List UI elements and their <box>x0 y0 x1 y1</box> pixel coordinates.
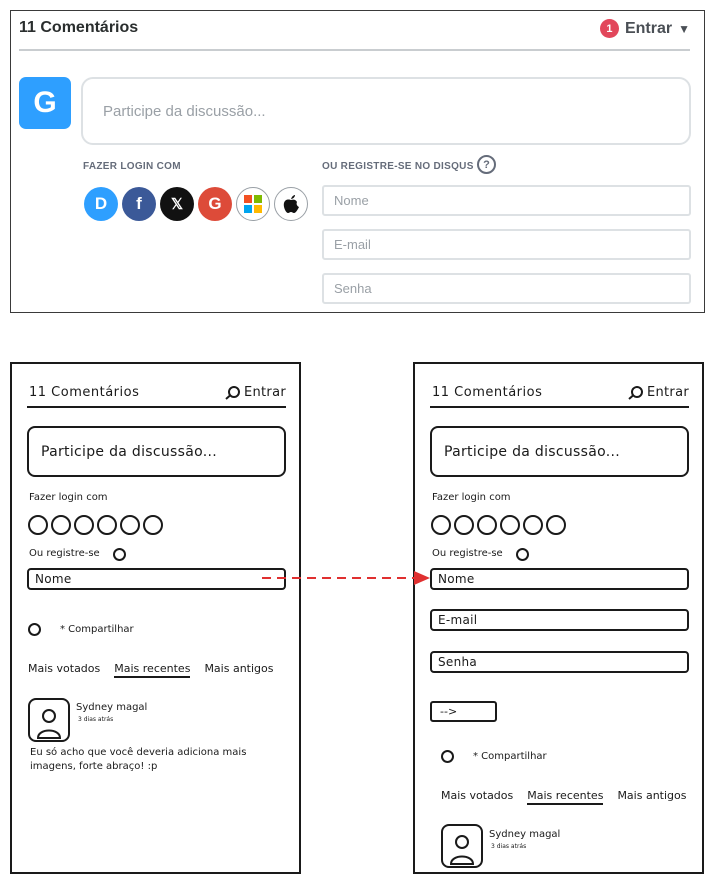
tab-most-recent: Mais recentes <box>527 789 604 805</box>
social-circle-icon <box>477 515 497 535</box>
login-label[interactable]: Entrar <box>625 20 672 38</box>
social-login-list: D f 𝕏 G <box>84 187 308 221</box>
login-menu[interactable]: 1 Entrar ▼ <box>599 19 690 38</box>
tab-most-recent: Mais recentes <box>114 662 191 678</box>
disqus-widget: 11 Comentários 1 Entrar ▼ G Participe da… <box>10 10 705 313</box>
social-circle-icon <box>97 515 117 535</box>
help-circle-icon <box>516 548 529 561</box>
social-circle-icon <box>28 515 48 535</box>
tab-oldest: Mais antigos <box>617 789 687 802</box>
tab-oldest: Mais antigos <box>204 662 274 675</box>
social-circle-icon <box>546 515 566 535</box>
register-label: OU REGISTRE-SE NO DISQUS <box>322 161 474 172</box>
wireframe-sort-tabs: Mais votados Mais recentes Mais antigos <box>28 662 273 678</box>
transition-arrow <box>262 571 430 585</box>
disqus-icon[interactable]: D <box>84 187 118 221</box>
wireframe-author: Sydney magal <box>489 829 561 840</box>
search-icon <box>628 385 643 400</box>
password-field[interactable]: Senha <box>322 273 691 304</box>
social-circle-icon <box>523 515 543 535</box>
wireframe-collapsed: 11 Comentários Entrar Participe da discu… <box>10 362 301 874</box>
wireframe-login: Entrar <box>628 385 689 400</box>
social-circle-icon <box>74 515 94 535</box>
facebook-icon[interactable]: f <box>122 187 156 221</box>
email-field[interactable]: E-mail <box>322 229 691 260</box>
avatar-icon <box>441 824 483 868</box>
wireframe-password-field: Senha <box>430 651 689 673</box>
wireframe-name-field: Nome <box>27 568 286 590</box>
caret-down-icon[interactable]: ▼ <box>678 22 690 36</box>
wireframe-author: Sydney magal <box>76 702 148 713</box>
comment-textarea[interactable]: Participe da discussão... <box>81 77 691 145</box>
social-circle-icon <box>143 515 163 535</box>
social-circle-icon <box>500 515 520 535</box>
avatar-icon <box>28 698 70 742</box>
notification-badge[interactable]: 1 <box>599 19 619 38</box>
wireframe-login-label: Entrar <box>646 385 689 400</box>
tab-most-voted: Mais votados <box>441 789 514 802</box>
wireframe-textarea: Participe da discussão... <box>430 426 689 477</box>
wireframe-time: 3 dias atrás <box>491 843 527 850</box>
wireframe-comment-count: 11 Comentários <box>432 385 543 400</box>
comment-count: 11 Comentários <box>19 19 139 36</box>
login-with-label: FAZER LOGIN COM <box>83 161 181 172</box>
wireframe-share: * Compartilhar <box>60 624 134 635</box>
wireframe-email-field: E-mail <box>430 609 689 631</box>
apple-icon[interactable] <box>274 187 308 221</box>
search-icon <box>225 385 240 400</box>
wireframe-submit-button: --> <box>430 701 497 722</box>
help-icon[interactable]: ? <box>477 155 496 174</box>
wireframe-time: 3 dias atrás <box>78 716 114 723</box>
social-circle-icon <box>454 515 474 535</box>
social-circle-icon <box>120 515 140 535</box>
wireframe-register: Ou registre-se <box>29 548 100 559</box>
social-circle-icon <box>431 515 451 535</box>
widget-header: 11 Comentários 1 Entrar ▼ <box>19 19 690 51</box>
wireframe-share: * Compartilhar <box>473 751 547 762</box>
wireframe-expanded: 11 Comentários Entrar Participe da discu… <box>413 362 704 874</box>
wireframe-register: Ou registre-se <box>432 548 503 559</box>
user-avatar: G <box>19 77 71 129</box>
wireframe-header: 11 Comentários Entrar <box>430 384 689 408</box>
social-circle-icon <box>51 515 71 535</box>
wireframe-name-field: Nome <box>430 568 689 590</box>
share-circle-icon <box>28 623 41 636</box>
microsoft-icon[interactable] <box>236 187 270 221</box>
wireframe-social-circles <box>28 515 163 535</box>
help-circle-icon <box>113 548 126 561</box>
share-circle-icon <box>441 750 454 763</box>
wireframe-comment-text: Eu só acho que você deveria adiciona mai… <box>30 747 247 772</box>
wireframe-header: 11 Comentários Entrar <box>27 384 286 408</box>
wireframe-comment-count: 11 Comentários <box>29 385 140 400</box>
wireframe-login-with: Fazer login com <box>29 492 108 503</box>
wireframe-textarea: Participe da discussão... <box>27 426 286 477</box>
google-icon[interactable]: G <box>198 187 232 221</box>
wireframe-login-with: Fazer login com <box>432 492 511 503</box>
wireframe-login-label: Entrar <box>243 385 286 400</box>
wireframe-login: Entrar <box>225 385 286 400</box>
wireframe-sort-tabs: Mais votados Mais recentes Mais antigos <box>441 789 686 805</box>
name-field[interactable]: Nome <box>322 185 691 216</box>
x-icon[interactable]: 𝕏 <box>160 187 194 221</box>
tab-most-voted: Mais votados <box>28 662 101 675</box>
wireframe-social-circles <box>431 515 566 535</box>
